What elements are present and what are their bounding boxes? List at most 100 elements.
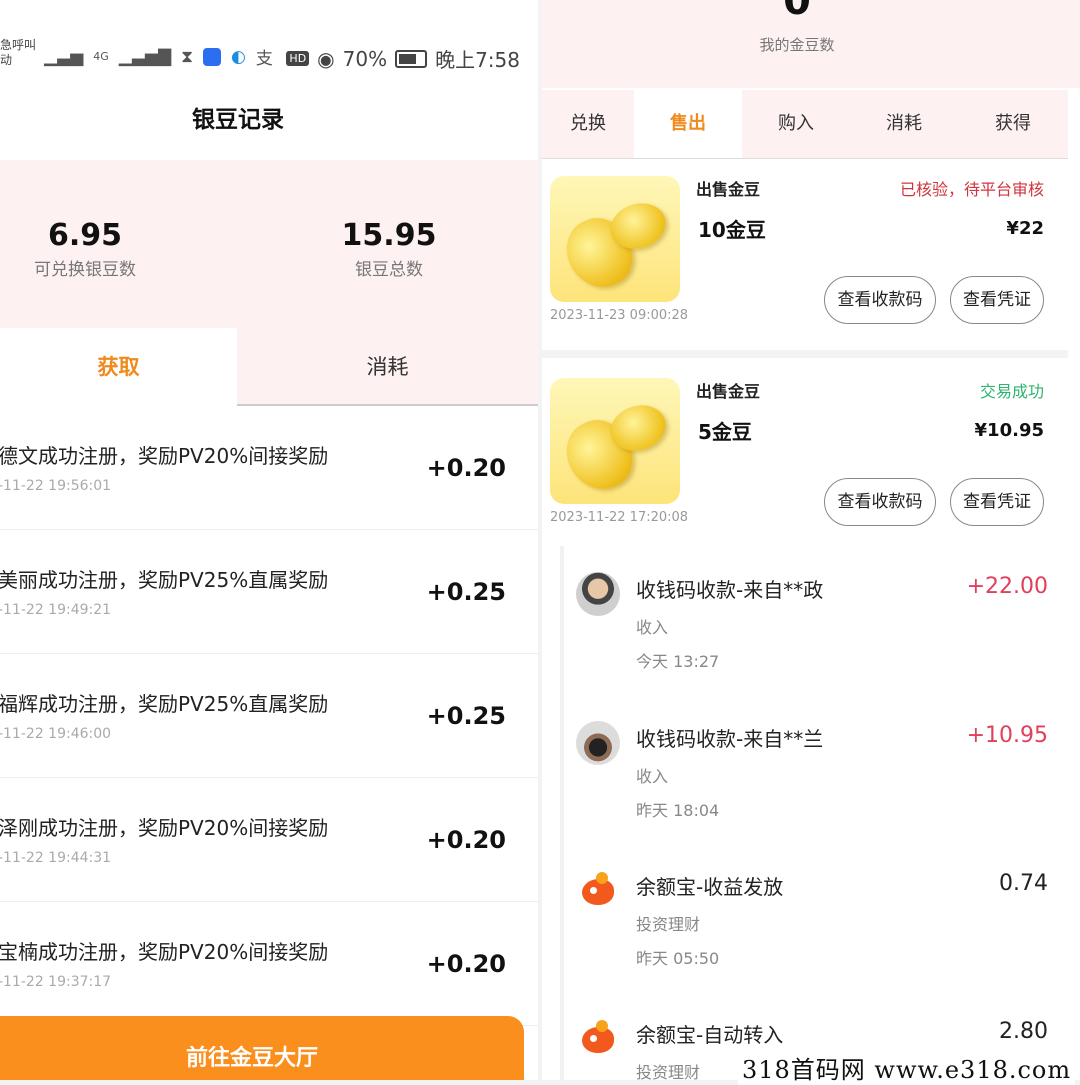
status-left-text: 急呼叫 动	[0, 38, 40, 68]
battery-icon	[395, 49, 428, 68]
yuebao-logo-icon	[576, 1017, 620, 1061]
record-amount: +0.20	[426, 826, 506, 854]
redeemable-beans-label: 可兑换银豆数	[34, 260, 136, 280]
record-description: 泽刚成功注册，奖励PV20%间接奖励	[0, 816, 329, 840]
record-time: -11-22 19:44:31	[0, 850, 112, 866]
tab-earned[interactable]: 获取	[0, 328, 237, 406]
sale-status: 交易成功	[979, 382, 1044, 401]
record-tabs: 获取 消耗	[0, 328, 538, 406]
view-proof-button[interactable]: 查看凭证	[950, 276, 1044, 324]
transaction-title: 余额宝-自动转入	[636, 1023, 784, 1047]
record-time: -11-22 19:46:00	[0, 726, 112, 742]
list-item[interactable]: 收钱码收款-来自**政 收入 今天 13:27 +22.00	[564, 546, 1072, 694]
cup-avatar	[576, 721, 620, 765]
sale-type: 出售金豆	[696, 180, 761, 199]
list-item[interactable]: 德文成功注册，奖励PV20%间接奖励 -11-22 19:56:01 +0.20	[0, 406, 538, 530]
tab-obtained[interactable]: 获得	[958, 90, 1068, 158]
transaction-title: 收钱码收款-来自**政	[636, 578, 824, 602]
emergency-call-text-2: 动	[0, 53, 13, 67]
gold-bean-summary: 0 我的金豆数	[542, 0, 1080, 88]
transaction-category: 投资理财	[636, 1063, 701, 1080]
total-beans: 15.95 银豆总数	[269, 218, 509, 280]
list-item[interactable]: 余额宝-收益发放 投资理财 昨天 05:50 0.74	[564, 843, 1072, 991]
gold-bean-label: 我的金豆数	[759, 36, 835, 54]
battery-percent: 70%	[342, 46, 388, 71]
status-bar: 急呼叫 动 ▁▃▅ 4G ▁▃▅▇ ⧗ ◐ 支 HD ◉ 70% 晚上7:58	[0, 38, 538, 74]
record-amount: +0.25	[426, 702, 506, 730]
list-item[interactable]: 收钱码收款-来自**兰 收入 昨天 18:04 +10.95	[564, 695, 1072, 843]
transaction-amount: +22.00	[966, 574, 1048, 599]
transaction-list: 收钱码收款-来自**政 收入 今天 13:27 +22.00 收钱码收款-来自*…	[560, 546, 1072, 1080]
browser-icon: ◐	[231, 46, 246, 67]
sale-time: 2023-11-23 09:00:28	[550, 308, 689, 323]
list-item[interactable]: 福辉成功注册，奖励PV25%直属奖励 -11-22 19:46:00 +0.25	[0, 654, 538, 778]
sale-price: ¥10.95	[974, 420, 1044, 441]
list-item[interactable]: 宝楠成功注册，奖励PV20%间接奖励 -11-22 19:37:17 +0.20	[0, 902, 538, 1026]
tab-exchange[interactable]: 兑换	[542, 90, 634, 158]
transaction-title: 收钱码收款-来自**兰	[636, 727, 824, 751]
alipay-icon: 支	[255, 49, 273, 69]
record-amount: +0.20	[426, 950, 506, 978]
eye-icon: ◉	[317, 46, 335, 71]
transaction-time: 昨天 18:04	[636, 801, 720, 820]
total-beans-value: 15.95	[341, 218, 437, 253]
total-beans-label: 银豆总数	[355, 260, 423, 280]
transaction-category: 收入	[636, 618, 669, 637]
record-description: 德文成功注册，奖励PV20%间接奖励	[0, 444, 329, 468]
record-time: -11-22 19:37:17	[0, 974, 112, 990]
sale-card: 出售金豆 交易成功 5金豆 ¥10.95 2023-11-22 17:20:08…	[542, 362, 1068, 552]
sale-time: 2023-11-22 17:20:08	[550, 510, 689, 525]
sale-quantity: 10金豆	[698, 218, 766, 242]
transaction-title: 余额宝-收益发放	[636, 875, 784, 899]
person-avatar	[576, 572, 620, 616]
record-description: 宝楠成功注册，奖励PV20%间接奖励	[0, 940, 329, 964]
tab-consumed[interactable]: 消耗	[237, 328, 538, 406]
sale-price: ¥22	[1006, 218, 1044, 239]
transaction-category: 投资理财	[636, 915, 701, 934]
hourglass-icon: ⧗	[181, 46, 193, 67]
view-payment-code-button[interactable]: 查看收款码	[824, 478, 936, 526]
signal-icon: ▁▃▅	[44, 46, 84, 67]
page-title: 银豆记录	[192, 107, 284, 133]
divider	[542, 350, 1068, 358]
transaction-time: 昨天 05:50	[636, 949, 720, 968]
app-icon	[203, 47, 221, 66]
sale-type: 出售金豆	[696, 382, 761, 401]
transaction-category: 收入	[636, 767, 669, 786]
sale-status: 已核验，待平台审核	[899, 180, 1044, 199]
transaction-amount: 2.80	[999, 1019, 1048, 1044]
tab-sold[interactable]: 售出	[634, 90, 742, 158]
view-payment-code-button[interactable]: 查看收款码	[824, 276, 936, 324]
record-time: -11-22 19:49:21	[0, 602, 112, 618]
list-item[interactable]: 美丽成功注册，奖励PV25%直属奖励 -11-22 19:49:21 +0.25	[0, 530, 538, 654]
transaction-amount: 0.74	[999, 871, 1048, 896]
yuebao-logo-icon	[576, 869, 620, 913]
tab-consumed[interactable]: 消耗	[850, 90, 958, 158]
status-right: HD ◉ 70% 晚上7:58	[286, 44, 520, 73]
transaction-amount: +10.95	[966, 723, 1048, 748]
gold-bean-image	[550, 378, 680, 504]
left-panel: 急呼叫 动 ▁▃▅ 4G ▁▃▅▇ ⧗ ◐ 支 HD ◉ 70% 晚上7:58 …	[0, 0, 538, 1080]
right-panel: 0 我的金豆数 兑换 售出 购入 消耗 获得 出售金豆 已核验，待平台审核 10…	[542, 0, 1080, 1080]
tab-bought[interactable]: 购入	[742, 90, 850, 158]
emergency-call-text: 急呼叫	[0, 38, 37, 52]
go-to-gold-bean-hall-button[interactable]: 前往金豆大厅	[0, 1016, 524, 1080]
status-icons: ▁▃▅ 4G ▁▃▅▇ ⧗ ◐ 支	[44, 44, 273, 70]
gold-bean-image	[550, 176, 680, 302]
record-list: 德文成功注册，奖励PV20%间接奖励 -11-22 19:56:01 +0.20…	[0, 406, 538, 1026]
list-item[interactable]: 泽刚成功注册，奖励PV20%间接奖励 -11-22 19:44:31 +0.20	[0, 778, 538, 902]
redeemable-beans: 6.95 可兑换银豆数	[0, 218, 205, 280]
record-amount: +0.25	[426, 578, 506, 606]
record-description: 美丽成功注册，奖励PV25%直属奖励	[0, 568, 329, 592]
record-time: -11-22 19:56:01	[0, 478, 112, 494]
record-description: 福辉成功注册，奖励PV25%直属奖励	[0, 692, 329, 716]
clock: 晚上7:58	[435, 48, 520, 72]
silver-bean-summary: 6.95 可兑换银豆数 15.95 银豆总数	[0, 160, 538, 328]
signal-icon-2: ▁▃▅▇	[118, 46, 172, 67]
record-amount: +0.20	[426, 454, 506, 482]
gold-bean-count: 0	[783, 0, 811, 24]
sale-quantity: 5金豆	[698, 420, 752, 444]
gold-bean-tabs: 兑换 售出 购入 消耗 获得	[542, 90, 1068, 159]
view-proof-button[interactable]: 查看凭证	[950, 478, 1044, 526]
sale-card: 出售金豆 已核验，待平台审核 10金豆 ¥22 2023-11-23 09:00…	[542, 160, 1068, 350]
